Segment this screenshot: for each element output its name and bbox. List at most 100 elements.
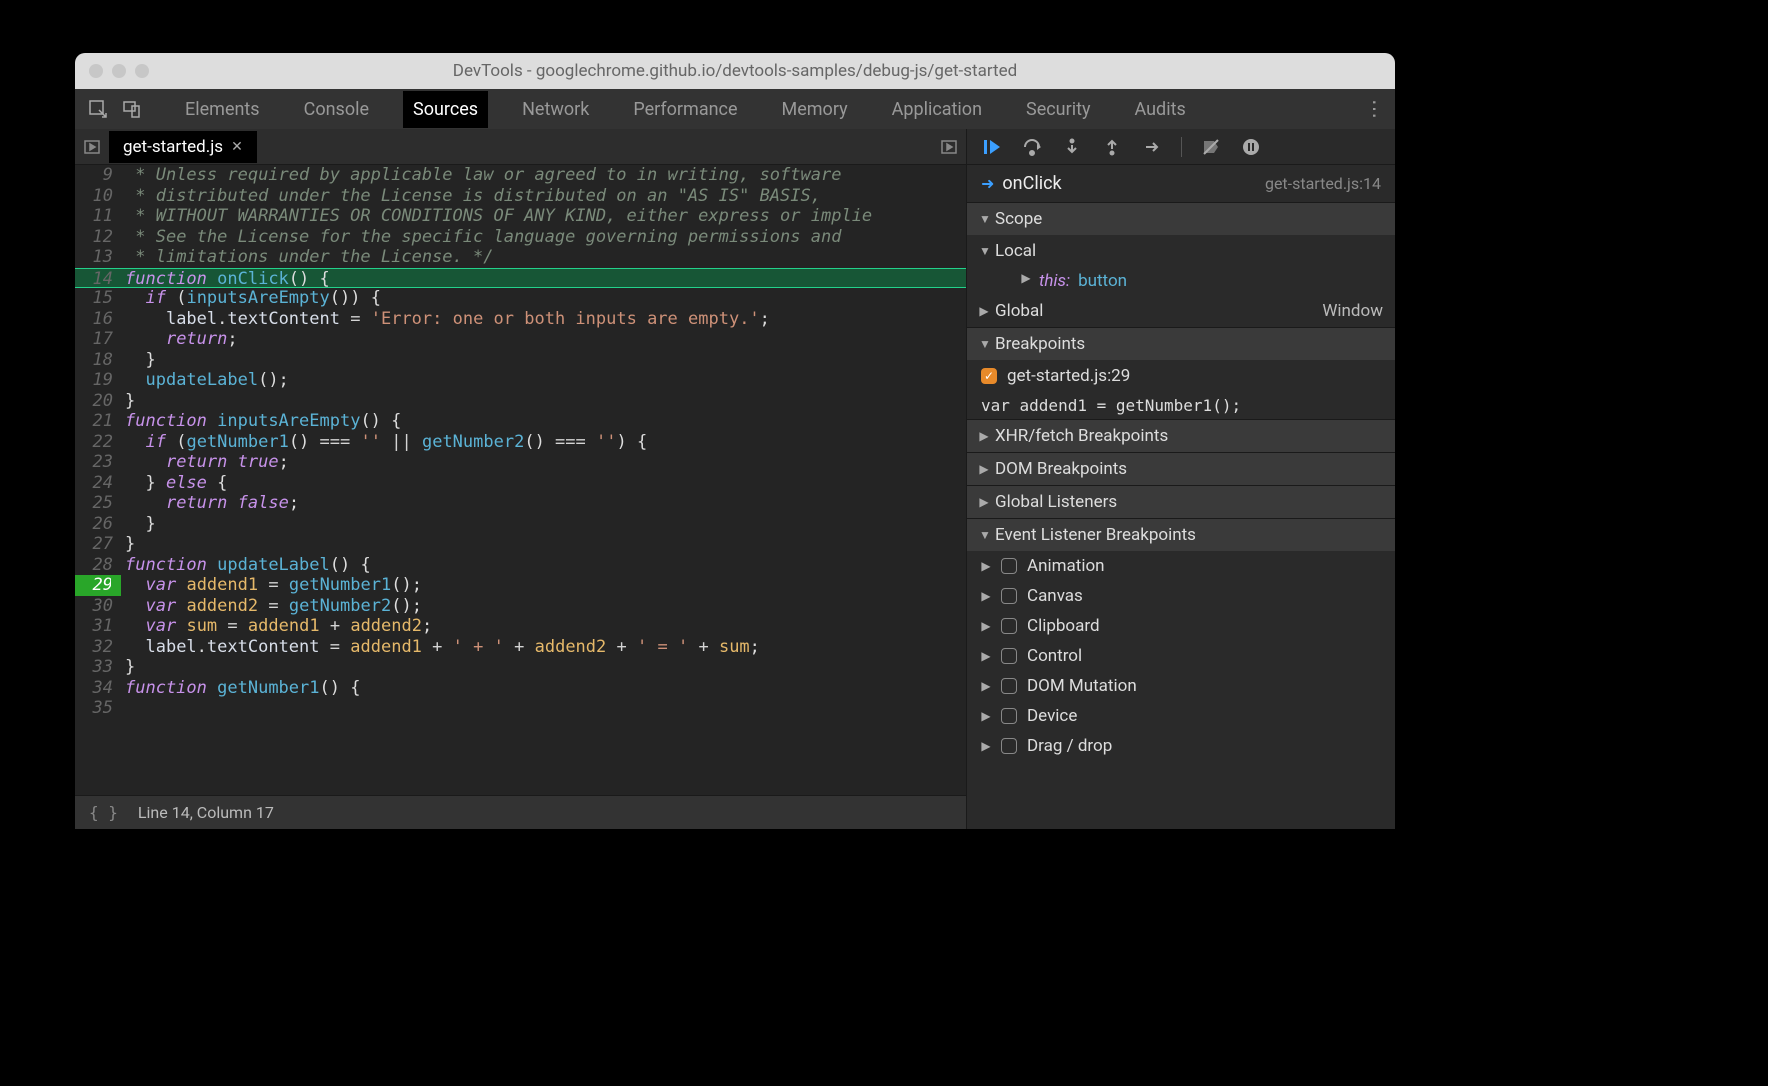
tab-security[interactable]: Security: [1016, 91, 1100, 128]
line-number[interactable]: 9: [75, 165, 121, 186]
line-number[interactable]: 26: [75, 514, 121, 535]
scope-global-header[interactable]: ▶GlobalWindow: [967, 295, 1395, 327]
code-line[interactable]: 35: [75, 698, 966, 719]
code-line[interactable]: 23 return true;: [75, 452, 966, 473]
code-line[interactable]: 14function onClick() {: [75, 268, 966, 289]
checkbox-empty-icon[interactable]: [1001, 678, 1017, 694]
checkbox-empty-icon[interactable]: [1001, 648, 1017, 664]
event-category-item[interactable]: ▶Device: [967, 701, 1395, 731]
line-number[interactable]: 25: [75, 493, 121, 514]
deactivate-breakpoints-icon[interactable]: [1200, 136, 1222, 158]
line-number[interactable]: 34: [75, 678, 121, 699]
line-number[interactable]: 20: [75, 391, 121, 412]
show-navigator-icon[interactable]: [75, 139, 109, 155]
line-number[interactable]: 12: [75, 227, 121, 248]
code-line[interactable]: 19 updateLabel();: [75, 370, 966, 391]
line-number[interactable]: 10: [75, 186, 121, 207]
line-number[interactable]: 16: [75, 309, 121, 330]
code-line[interactable]: 17 return;: [75, 329, 966, 350]
minimize-dot[interactable]: [112, 64, 126, 78]
dom-breakpoints-header[interactable]: ▶DOM Breakpoints: [967, 453, 1395, 485]
checkbox-checked-icon[interactable]: ✓: [981, 368, 997, 384]
line-number[interactable]: 35: [75, 698, 121, 719]
breakpoint-gutter[interactable]: 29: [75, 575, 121, 596]
code-line[interactable]: 31 var sum = addend1 + addend2;: [75, 616, 966, 637]
tab-console[interactable]: Console: [294, 91, 379, 128]
code-line[interactable]: 27}: [75, 534, 966, 555]
code-line[interactable]: 13 * limitations under the License. */: [75, 247, 966, 268]
code-line[interactable]: 26 }: [75, 514, 966, 535]
pretty-print-icon[interactable]: { }: [89, 803, 118, 822]
breakpoint-item[interactable]: ✓ get-started.js:29: [967, 360, 1395, 392]
tab-sources[interactable]: Sources: [403, 91, 488, 128]
line-number[interactable]: 27: [75, 534, 121, 555]
line-number[interactable]: 19: [75, 370, 121, 391]
event-category-item[interactable]: ▶Control: [967, 641, 1395, 671]
line-number[interactable]: 24: [75, 473, 121, 494]
global-listeners-header[interactable]: ▶Global Listeners: [967, 486, 1395, 518]
code-line[interactable]: 12 * See the License for the specific la…: [75, 227, 966, 248]
event-category-item[interactable]: ▶Drag / drop: [967, 731, 1395, 761]
event-listener-breakpoints-header[interactable]: ▼Event Listener Breakpoints: [967, 519, 1395, 551]
close-dot[interactable]: [89, 64, 103, 78]
checkbox-empty-icon[interactable]: [1001, 738, 1017, 754]
scope-local-header[interactable]: ▼Local: [967, 235, 1395, 267]
code-editor[interactable]: 9 * Unless required by applicable law or…: [75, 165, 966, 795]
tab-audits[interactable]: Audits: [1124, 91, 1195, 128]
event-category-item[interactable]: ▶DOM Mutation: [967, 671, 1395, 701]
code-line[interactable]: 20}: [75, 391, 966, 412]
tab-application[interactable]: Application: [882, 91, 992, 128]
line-number[interactable]: 31: [75, 616, 121, 637]
call-stack-frame[interactable]: ➜ onClick get-started.js:14: [967, 165, 1395, 202]
tab-memory[interactable]: Memory: [772, 91, 858, 128]
zoom-dot[interactable]: [135, 64, 149, 78]
event-category-item[interactable]: ▶Canvas: [967, 581, 1395, 611]
breakpoints-header[interactable]: ▼Breakpoints: [967, 328, 1395, 360]
xhr-breakpoints-header[interactable]: ▶XHR/fetch Breakpoints: [967, 420, 1395, 452]
line-number[interactable]: 18: [75, 350, 121, 371]
line-number[interactable]: 21: [75, 411, 121, 432]
device-toggle-icon[interactable]: [119, 96, 145, 122]
line-number[interactable]: 17: [75, 329, 121, 350]
code-line[interactable]: 25 return false;: [75, 493, 966, 514]
code-line[interactable]: 32 label.textContent = addend1 + ' + ' +…: [75, 637, 966, 658]
line-number[interactable]: 15: [75, 288, 121, 309]
line-number[interactable]: 28: [75, 555, 121, 576]
window-titlebar[interactable]: DevTools - googlechrome.github.io/devtoo…: [75, 53, 1395, 89]
line-number[interactable]: 32: [75, 637, 121, 658]
code-line[interactable]: 22 if (getNumber1() === '' || getNumber2…: [75, 432, 966, 453]
code-line[interactable]: 11 * WITHOUT WARRANTIES OR CONDITIONS OF…: [75, 206, 966, 227]
checkbox-empty-icon[interactable]: [1001, 588, 1017, 604]
tab-elements[interactable]: Elements: [175, 91, 270, 128]
code-line[interactable]: 18 }: [75, 350, 966, 371]
code-line[interactable]: 21function inputsAreEmpty() {: [75, 411, 966, 432]
code-line[interactable]: 9 * Unless required by applicable law or…: [75, 165, 966, 186]
checkbox-empty-icon[interactable]: [1001, 558, 1017, 574]
code-line[interactable]: 34function getNumber1() {: [75, 678, 966, 699]
line-number[interactable]: 33: [75, 657, 121, 678]
code-line[interactable]: 16 label.textContent = 'Error: one or bo…: [75, 309, 966, 330]
line-number[interactable]: 13: [75, 247, 121, 268]
line-number[interactable]: 11: [75, 206, 121, 227]
code-line[interactable]: 28function updateLabel() {: [75, 555, 966, 576]
code-line[interactable]: 10 * distributed under the License is di…: [75, 186, 966, 207]
step-out-icon[interactable]: [1101, 136, 1123, 158]
inspect-icon[interactable]: [85, 96, 111, 122]
pause-exceptions-icon[interactable]: [1240, 136, 1262, 158]
scope-this-row[interactable]: ▶this: button: [967, 267, 1395, 295]
show-debugger-icon[interactable]: [932, 139, 966, 155]
resume-icon[interactable]: [981, 136, 1003, 158]
code-line[interactable]: 33}: [75, 657, 966, 678]
file-tab-get-started[interactable]: get-started.js ✕: [109, 131, 257, 163]
kebab-menu-icon[interactable]: ⋯: [1363, 99, 1387, 119]
line-number[interactable]: 23: [75, 452, 121, 473]
event-category-item[interactable]: ▶Animation: [967, 551, 1395, 581]
step-icon[interactable]: [1141, 136, 1163, 158]
tab-network[interactable]: Network: [512, 91, 599, 128]
checkbox-empty-icon[interactable]: [1001, 618, 1017, 634]
code-line[interactable]: 15 if (inputsAreEmpty()) {: [75, 288, 966, 309]
close-icon[interactable]: ✕: [231, 139, 243, 155]
line-number[interactable]: 14: [75, 269, 121, 288]
step-over-icon[interactable]: [1021, 136, 1043, 158]
tab-performance[interactable]: Performance: [623, 91, 747, 128]
